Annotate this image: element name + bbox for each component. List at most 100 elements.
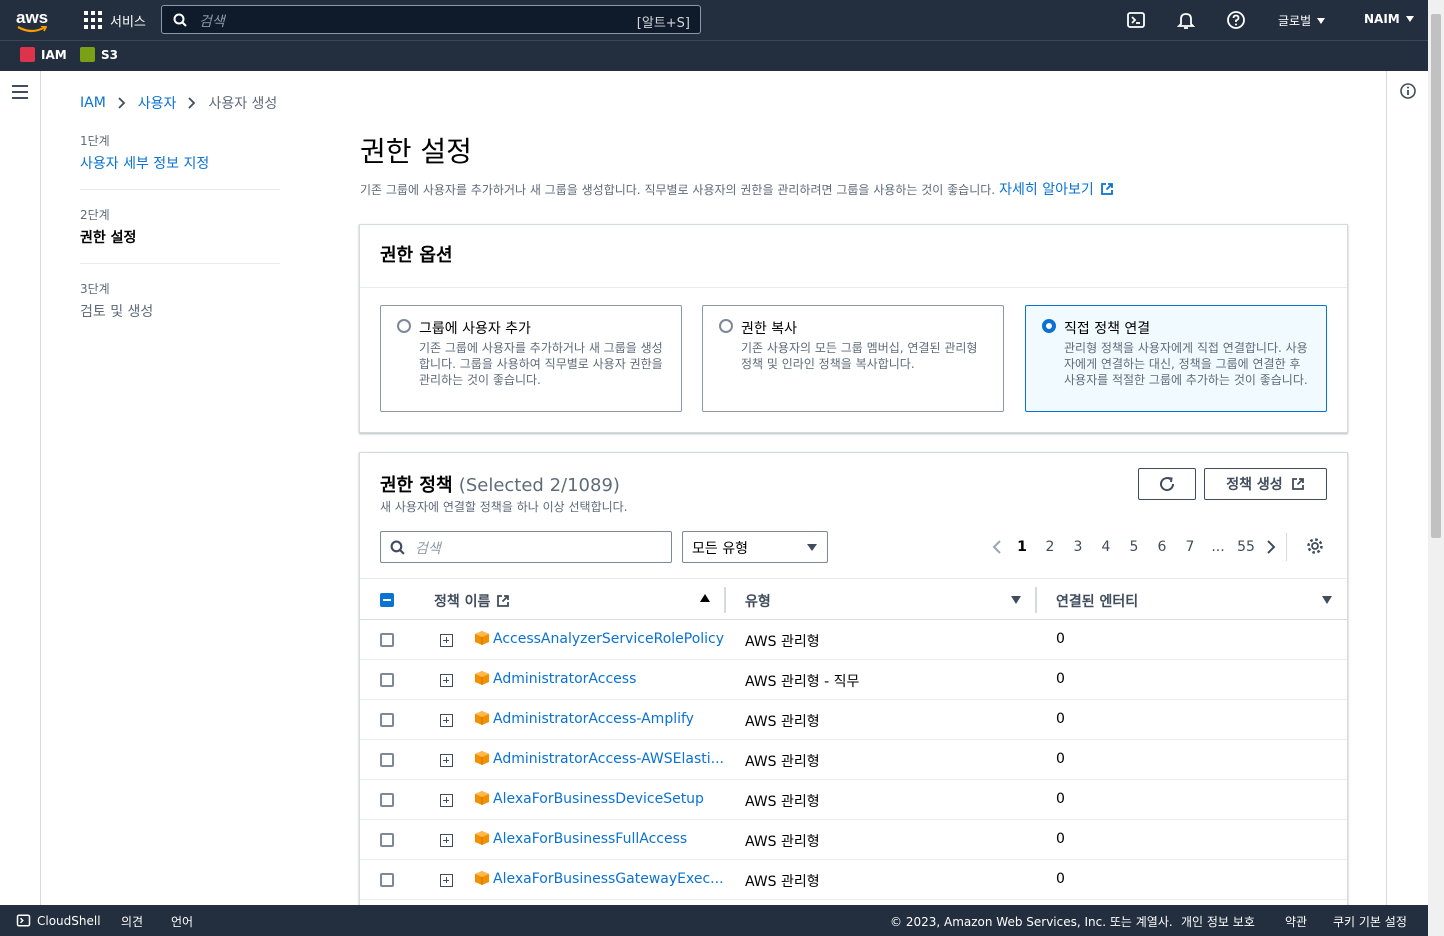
page-2[interactable]: 2 [1036, 539, 1064, 555]
type-filter-select[interactable]: 모든 유형 [682, 531, 828, 563]
expand-icon[interactable] [440, 874, 453, 887]
policy-name-link[interactable]: AdministratorAccess [493, 671, 636, 687]
region-selector[interactable]: 글로벌 [1278, 12, 1326, 29]
chevron-left-icon[interactable] [988, 539, 1008, 555]
radio-button-selected[interactable] [1042, 319, 1056, 333]
policy-search-input[interactable]: 검색 [380, 531, 672, 563]
cookie-preferences-link[interactable]: 쿠키 기본 설정 [1333, 913, 1407, 930]
wizard-steps: 1단계 사용자 세부 정보 지정 2단계 권한 설정 3단계 검토 및 생성 [80, 132, 280, 353]
page-4[interactable]: 4 [1092, 539, 1120, 555]
column-policy-name[interactable]: 정책 이름 [434, 591, 510, 611]
step-link[interactable]: 사용자 세부 정보 지정 [80, 153, 280, 173]
column-entities[interactable]: 연결된 엔터티 [1056, 591, 1138, 611]
sort-icon[interactable] [1011, 596, 1021, 604]
menu-icon[interactable] [12, 85, 28, 103]
table-row[interactable]: AlexaForBusinessDeviceSetup AWS 관리형 0 [360, 780, 1347, 820]
page-title: 권한 설정 [360, 135, 472, 168]
option-attach-policies[interactable]: 직접 정책 연결 관리형 정책을 사용자에게 직접 연결합니다. 사용자에게 연… [1025, 305, 1327, 412]
row-checkbox[interactable] [380, 713, 394, 727]
info-icon[interactable] [1400, 83, 1416, 99]
attached-entities: 0 [1056, 871, 1065, 887]
row-checkbox[interactable] [380, 833, 394, 847]
caret-down-icon [1317, 17, 1326, 24]
managed-policy-icon [475, 711, 489, 725]
language-link[interactable]: 언어 [171, 913, 193, 930]
breadcrumb: IAM 사용자 사용자 생성 [80, 93, 277, 113]
column-resizer[interactable] [1035, 587, 1037, 613]
cloudshell-button[interactable]: CloudShell [16, 913, 101, 928]
table-row[interactable]: AdministratorAccess-AWSElasti... AWS 관리형 0 [360, 740, 1347, 780]
attached-entities: 0 [1056, 791, 1065, 807]
page-6[interactable]: 6 [1148, 539, 1176, 555]
policy-name-link[interactable]: AlexaForBusinessDeviceSetup [493, 791, 704, 807]
breadcrumb-users[interactable]: 사용자 [138, 93, 177, 113]
policy-type: AWS 관리형 [745, 874, 820, 890]
bell-icon[interactable] [1176, 10, 1196, 30]
option-add-to-group[interactable]: 그룹에 사용자 추가 기존 그룹에 사용자를 추가하거나 새 그룹을 생성합니다… [380, 305, 682, 412]
account-menu[interactable]: NAIM [1364, 12, 1414, 26]
expand-icon[interactable] [440, 674, 453, 687]
breadcrumb-iam[interactable]: IAM [80, 95, 106, 111]
table-row[interactable]: AlexaForBusinessGatewayExec... AWS 관리형 0 [360, 860, 1347, 900]
policy-name-link[interactable]: AlexaForBusinessGatewayExec... [493, 871, 724, 887]
radio-button[interactable] [397, 319, 411, 333]
column-resizer[interactable] [724, 587, 726, 613]
row-checkbox[interactable] [380, 793, 394, 807]
sort-ascending-icon[interactable] [700, 594, 710, 602]
page-3[interactable]: 3 [1064, 539, 1092, 555]
gear-icon[interactable] [1306, 537, 1324, 555]
policy-name-link[interactable]: AlexaForBusinessFullAccess [493, 831, 687, 847]
page-7[interactable]: 7 [1176, 539, 1204, 555]
services-menu-button[interactable]: 서비스 [84, 10, 146, 30]
row-checkbox[interactable] [380, 673, 394, 687]
table-row[interactable]: AdministratorAccess-Amplify AWS 관리형 0 [360, 700, 1347, 740]
policy-name-link[interactable]: AdministratorAccess-Amplify [493, 711, 694, 727]
caret-down-icon [807, 544, 817, 551]
terms-link[interactable]: 약관 [1285, 913, 1307, 930]
breadcrumb-create-user: 사용자 생성 [208, 96, 278, 112]
favorite-s3[interactable]: S3 [80, 47, 118, 62]
sort-icon[interactable] [1322, 596, 1332, 604]
expand-icon[interactable] [440, 754, 453, 767]
table-row[interactable]: AlexaForBusinessFullAccess AWS 관리형 0 [360, 820, 1347, 860]
scrollbar-thumb[interactable] [1431, 14, 1441, 538]
row-checkbox[interactable] [380, 753, 394, 767]
option-copy-permissions[interactable]: 권한 복사 기존 사용자의 모든 그룹 멤버십, 연결된 관리형 정책 및 인라… [702, 305, 1004, 412]
favorite-iam[interactable]: IAM [20, 47, 67, 62]
policy-name-link[interactable]: AccessAnalyzerServiceRolePolicy [493, 631, 724, 647]
attached-entities: 0 [1056, 711, 1065, 727]
cloudshell-icon[interactable] [1126, 10, 1146, 30]
page-55[interactable]: 55 [1232, 539, 1260, 555]
aws-logo[interactable]: aws [16, 8, 52, 34]
table-row[interactable]: AdministratorAccess AWS 관리형 - 직무 0 [360, 660, 1347, 700]
page-1[interactable]: 1 [1008, 539, 1036, 555]
expand-icon[interactable] [440, 714, 453, 727]
policy-type: AWS 관리형 [745, 714, 820, 730]
search-icon [173, 13, 187, 27]
table-row[interactable]: AccessAnalyzerServiceRolePolicy AWS 관리형 0 [360, 620, 1347, 660]
expand-icon[interactable] [440, 634, 453, 647]
policies-title: 권한 정책 (Selected 2/1089) [380, 475, 620, 496]
feedback-link[interactable]: 의견 [121, 913, 143, 930]
expand-icon[interactable] [440, 794, 453, 807]
policy-name-link[interactable]: AdministratorAccess-AWSElasti... [493, 751, 724, 767]
cloudshell-icon [16, 914, 31, 927]
learn-more-link[interactable]: 자세히 알아보기 [999, 179, 1114, 199]
refresh-button[interactable] [1138, 468, 1196, 500]
radio-button[interactable] [719, 319, 733, 333]
column-type[interactable]: 유형 [745, 591, 771, 611]
create-policy-button[interactable]: 정책 생성 [1204, 468, 1327, 500]
help-icon[interactable] [1226, 10, 1246, 30]
row-checkbox[interactable] [380, 633, 394, 647]
console-footer: CloudShell 의견 언어 © 2023, Amazon Web Serv… [0, 905, 1428, 936]
page-scrollbar[interactable] [1428, 0, 1444, 936]
row-checkbox[interactable] [380, 873, 394, 887]
managed-policy-icon [475, 871, 489, 885]
expand-icon[interactable] [440, 834, 453, 847]
global-search-input[interactable]: 검색 [알트+S] [161, 5, 701, 34]
chevron-right-icon[interactable] [1260, 539, 1280, 555]
page-5[interactable]: 5 [1120, 539, 1148, 555]
privacy-link[interactable]: 개인 정보 보호 [1181, 913, 1255, 930]
select-all-checkbox[interactable] [380, 593, 394, 607]
policy-type: AWS 관리형 [745, 634, 820, 650]
